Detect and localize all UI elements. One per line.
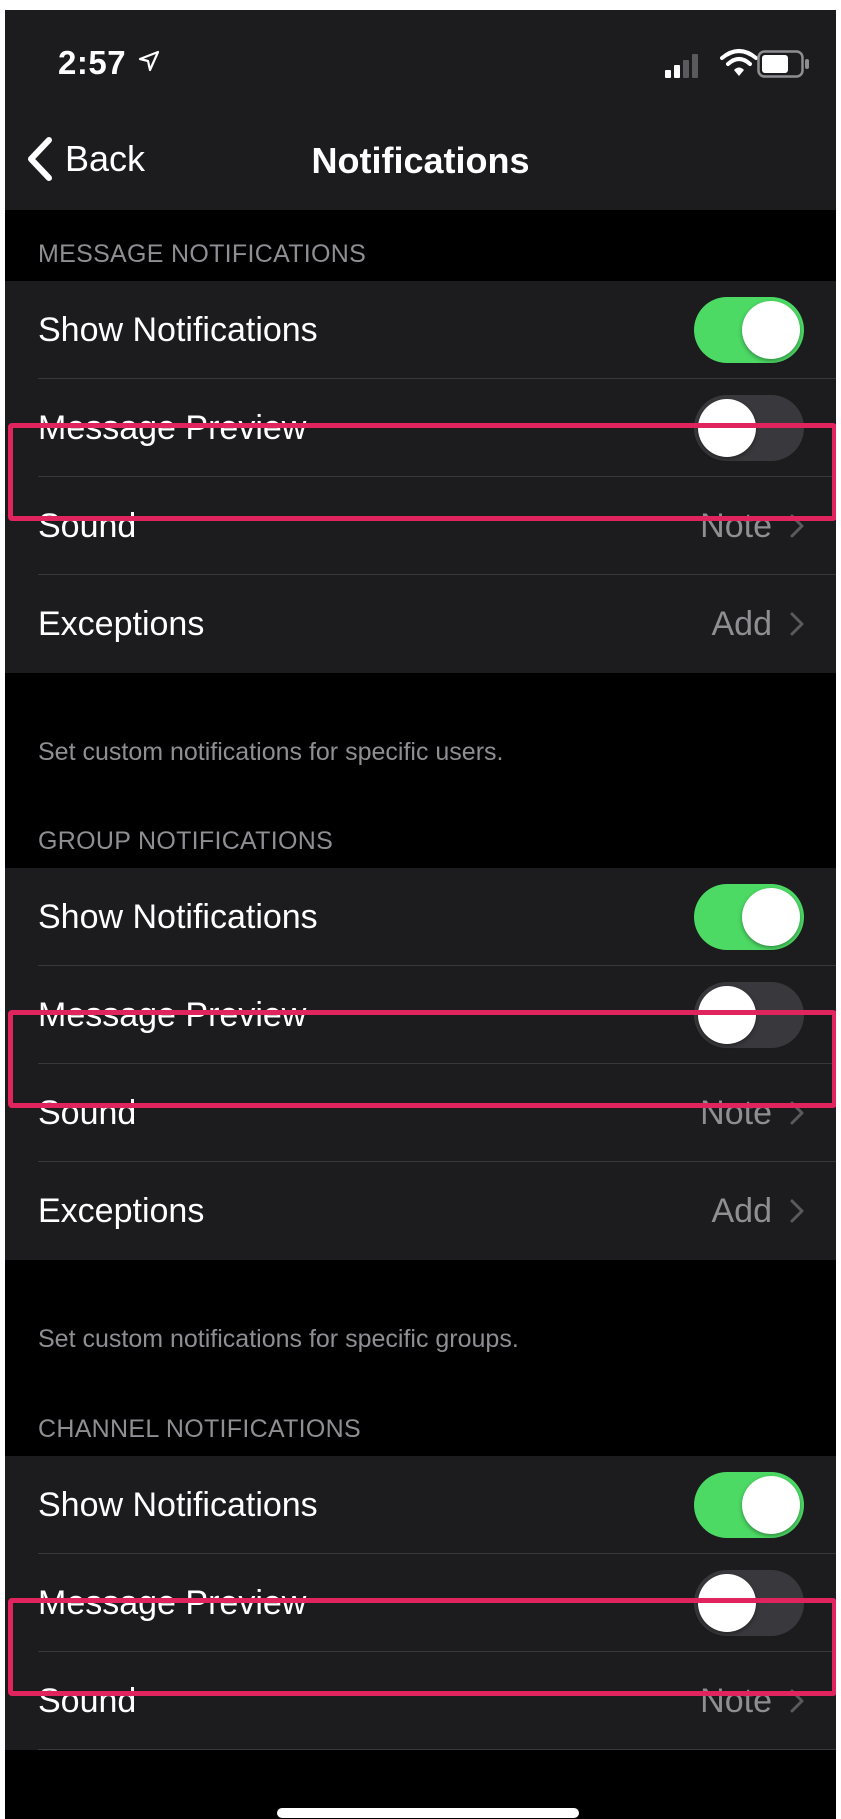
row-label: Show Notifications <box>38 310 318 349</box>
message-preview-row: Message Preview <box>5 379 836 477</box>
toggle-knob <box>742 1476 800 1534</box>
status-bar: 2:57 <box>5 10 836 120</box>
toggle-knob <box>742 301 800 359</box>
message-notifications-group: Show Notifications Message Preview Sound… <box>5 281 836 673</box>
row-value: Note <box>700 1093 772 1132</box>
row-value: Note <box>700 1681 772 1720</box>
page-title: Notifications <box>311 140 530 181</box>
section-header-message: MESSAGE NOTIFICATIONS <box>38 240 367 268</box>
channel-message-preview-toggle[interactable] <box>694 1570 804 1636</box>
row-label: Show Notifications <box>38 1485 318 1524</box>
row-value: Add <box>711 604 773 643</box>
row-label: Exceptions <box>38 1191 205 1230</box>
section-footer-message: Set custom notifications for specific us… <box>38 738 504 766</box>
channel-show-notifications-row: Show Notifications <box>5 1456 836 1554</box>
row-label: Message Preview <box>38 1583 307 1622</box>
phone-screen: 2:57 Back Notifications MESSAGE NOTIFICA… <box>5 10 836 1819</box>
row-label: Exceptions <box>38 604 205 643</box>
group-sound-row[interactable]: Sound Note <box>5 1064 836 1162</box>
section-footer-group: Set custom notifications for specific gr… <box>38 1325 519 1353</box>
group-exceptions-row[interactable]: Exceptions Add <box>5 1162 836 1260</box>
battery-icon <box>757 50 809 78</box>
message-show-notifications-toggle[interactable] <box>694 297 804 363</box>
group-message-preview-row: Message Preview <box>5 966 836 1064</box>
navigation-bar: 2:57 Back Notifications <box>5 10 836 210</box>
row-value: Add <box>711 1191 773 1230</box>
toggle-knob <box>742 888 800 946</box>
chevron-right-icon <box>790 1101 804 1125</box>
group-show-notifications-toggle[interactable] <box>694 884 804 950</box>
row-label: Show Notifications <box>38 897 318 936</box>
message-show-notifications-row: Show Notifications <box>5 281 836 379</box>
row-label: Message Preview <box>38 995 307 1034</box>
row-label: Sound <box>38 1681 137 1720</box>
channel-notifications-group: Show Notifications Message Preview Sound… <box>5 1456 836 1750</box>
message-exceptions-row[interactable]: Exceptions Add <box>5 575 836 673</box>
status-time: 2:57 <box>58 44 127 81</box>
group-message-preview-toggle[interactable] <box>694 982 804 1048</box>
toggle-knob <box>698 986 756 1044</box>
group-show-notifications-row: Show Notifications <box>5 868 836 966</box>
row-label: Message Preview <box>38 408 307 447</box>
toggle-knob <box>698 399 756 457</box>
chevron-right-icon <box>790 1199 804 1223</box>
chevron-right-icon <box>790 514 804 538</box>
section-header-channel: CHANNEL NOTIFICATIONS <box>38 1415 361 1443</box>
wifi-icon <box>720 49 758 76</box>
chevron-right-icon <box>790 612 804 636</box>
message-sound-row[interactable]: Sound Note <box>5 477 836 575</box>
channel-message-preview-row: Message Preview <box>5 1554 836 1652</box>
channel-show-notifications-toggle[interactable] <box>694 1472 804 1538</box>
home-indicator[interactable] <box>277 1808 579 1818</box>
row-label: Sound <box>38 1093 137 1132</box>
section-header-group: GROUP NOTIFICATIONS <box>38 827 334 855</box>
cellular-signal-icon <box>665 54 698 78</box>
toggle-knob <box>698 1574 756 1632</box>
location-arrow-icon <box>138 50 160 72</box>
group-notifications-group: Show Notifications Message Preview Sound… <box>5 868 836 1260</box>
separator <box>38 1749 836 1750</box>
message-preview-toggle[interactable] <box>694 395 804 461</box>
channel-sound-row[interactable]: Sound Note <box>5 1652 836 1750</box>
chevron-right-icon <box>790 1689 804 1713</box>
row-label: Sound <box>38 506 137 545</box>
row-value: Note <box>700 506 772 545</box>
